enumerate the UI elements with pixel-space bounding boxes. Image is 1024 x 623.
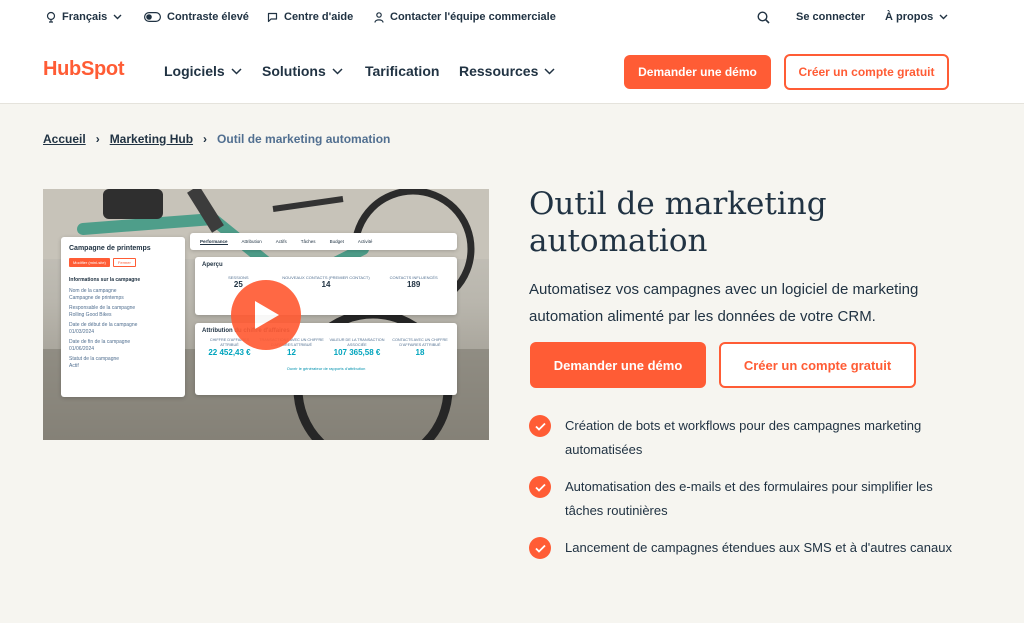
mock-tab: Activité	[357, 238, 373, 244]
contact-sales-link[interactable]: Contacter l'équipe commerciale	[374, 11, 556, 23]
search-icon	[757, 11, 770, 24]
nav-item-tarification[interactable]: Tarification	[365, 63, 439, 79]
nav-item-label: Solutions	[262, 63, 326, 79]
mock-tab: Actifs	[275, 238, 287, 244]
breadcrumb-home[interactable]: Accueil	[43, 132, 86, 146]
person-icon	[374, 11, 384, 23]
feature-item: Lancement de campagnes étendues aux SMS …	[529, 537, 969, 560]
contrast-toggle[interactable]: Contraste élevé	[144, 11, 249, 23]
influenced-value: 189	[406, 280, 421, 290]
hero-signup-button[interactable]: Créer un compte gratuit	[719, 342, 916, 388]
close-campaign-button: Fermer	[112, 258, 136, 267]
chevron-down-icon	[113, 14, 122, 20]
check-icon	[529, 537, 551, 559]
sales-label: Contacter l'équipe commerciale	[390, 11, 556, 23]
main-navigation: HubSpot Logiciels Solutions Tarification…	[0, 36, 1024, 104]
deal-value-value: 107 365,58 €	[333, 347, 381, 357]
feature-text: Lancement de campagnes étendues aux SMS …	[565, 540, 952, 555]
breadcrumb-current: Outil de marketing automation	[217, 132, 391, 146]
nav-item-ressources[interactable]: Ressources	[459, 63, 555, 79]
hero-description: Automatisez vos campagnes avec un logici…	[529, 281, 919, 325]
deal-value-label: VALEUR DE LA TRANSACTION ASSOCIÉE	[329, 338, 385, 347]
play-button[interactable]	[231, 280, 301, 350]
check-icon	[529, 476, 551, 498]
about-label: À propos	[885, 11, 934, 23]
hero-demo-button[interactable]: Demander une démo	[530, 342, 706, 388]
mock-tab: Tâches	[300, 238, 316, 244]
info-line: 01/06/2024	[69, 345, 95, 352]
chat-icon	[267, 12, 278, 22]
report-link: Ouvrir le générateur de rapports d'attri…	[286, 365, 366, 371]
nav-item-label: Ressources	[459, 63, 539, 79]
chevron-down-icon	[939, 14, 948, 20]
title-line-1: Outil de marketing	[529, 186, 827, 222]
nav-item-label: Tarification	[365, 63, 440, 79]
breadcrumb: Accueil › Marketing Hub › Outil de marke…	[43, 132, 390, 146]
page-title: Outil de marketing automation	[529, 186, 969, 260]
breadcrumb-marketing-hub[interactable]: Marketing Hub	[110, 132, 193, 146]
info-line: 01/03/2024	[69, 328, 95, 335]
language-label: Français	[62, 11, 108, 23]
mock-tab: Performance	[200, 238, 228, 245]
contacts-revenue-value: 18	[415, 347, 425, 357]
overview-title: Aperçu	[202, 262, 223, 268]
feature-text: Automatisation des e-mails et des formul…	[565, 479, 933, 518]
mock-tab: Budget	[329, 238, 344, 244]
info-line: Rolling Good Bikes	[69, 311, 112, 318]
campaign-title: Campagne de printemps	[69, 245, 151, 252]
revenue-value: 22 452,43 €	[208, 347, 251, 357]
chevron-down-icon	[231, 67, 242, 75]
new-contacts-value: 14	[321, 280, 331, 290]
nav-item-logiciels[interactable]: Logiciels	[164, 63, 242, 79]
toggle-icon	[144, 12, 161, 22]
feature-text: Création de bots et workflows pour des c…	[565, 418, 922, 457]
hubspot-logo[interactable]: HubSpot	[43, 58, 125, 81]
login-link[interactable]: Se connecter	[796, 11, 865, 23]
login-label: Se connecter	[796, 11, 866, 23]
help-center-link[interactable]: Centre d'aide	[267, 11, 353, 23]
edit-campaign-button: Modifier (mini-site)	[69, 258, 110, 267]
attribution-card: Attribution du chiffre d'affaires CHIFFR…	[195, 323, 457, 395]
mock-tab: Attribution	[241, 238, 262, 244]
nav-signup-button[interactable]: Créer un compte gratuit	[784, 54, 949, 90]
chevron-down-icon	[544, 67, 555, 75]
contrast-label: Contraste élevé	[167, 11, 249, 23]
chevron-right-icon: ›	[95, 132, 100, 146]
chevron-down-icon	[332, 67, 343, 75]
help-label: Centre d'aide	[284, 11, 354, 23]
info-line: Actif	[69, 362, 79, 369]
info-title: Informations sur la campagne	[69, 277, 141, 283]
hero-video[interactable]: Campagne de printemps Modifier (mini-sit…	[43, 189, 489, 440]
feature-item: Création de bots et workflows pour des c…	[529, 415, 969, 462]
check-icon	[529, 415, 551, 437]
tabs-card: Performance Attribution Actifs Tâches Bu…	[190, 233, 457, 250]
utility-bar: Français Contraste élevé Centre d'aide C…	[0, 0, 1024, 36]
play-icon	[255, 301, 279, 329]
feature-item: Automatisation des e-mails et des formul…	[529, 476, 969, 523]
about-menu[interactable]: À propos	[885, 11, 948, 23]
contacts-revenue-label: CONTACTS AVEC UN CHIFFRE D'AFFAIRES ATTR…	[392, 338, 448, 347]
nav-item-solutions[interactable]: Solutions	[262, 63, 343, 79]
nav-demo-button[interactable]: Demander une démo	[624, 55, 771, 89]
nav-item-label: Logiciels	[164, 63, 225, 79]
globe-icon	[46, 11, 56, 23]
title-line-2: automation	[529, 223, 708, 259]
search-button[interactable]	[757, 11, 770, 24]
info-line: Campagne de printemps	[69, 294, 124, 301]
campaign-card: Campagne de printemps Modifier (mini-sit…	[61, 237, 185, 397]
chevron-right-icon: ›	[203, 132, 208, 146]
language-selector[interactable]: Français	[46, 11, 122, 23]
